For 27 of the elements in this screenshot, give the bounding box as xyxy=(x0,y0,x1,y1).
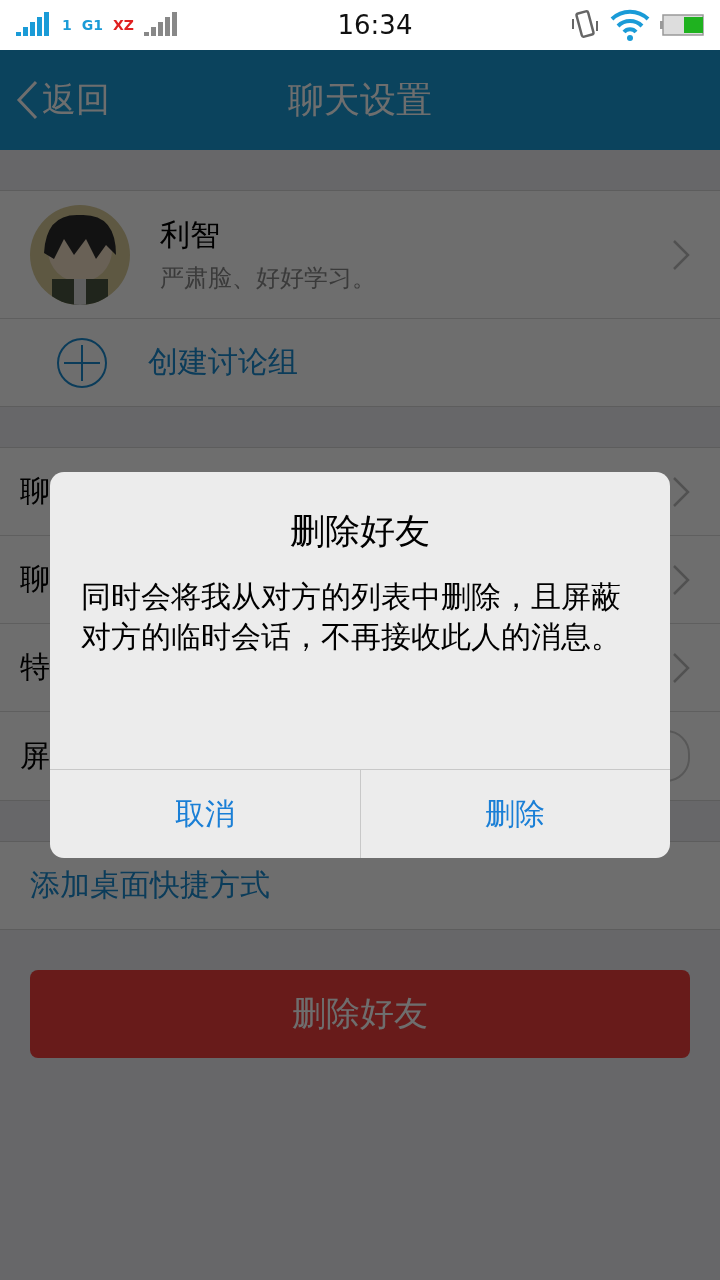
create-group-row[interactable]: 创建讨论组 xyxy=(0,319,720,406)
settings-label: 屏 xyxy=(20,736,50,775)
back-chevron-icon xyxy=(16,80,38,120)
vibrate-icon xyxy=(570,9,600,41)
sim-label: XZ xyxy=(113,17,134,33)
page-title: 聊天设置 xyxy=(288,77,432,122)
chevron-icon xyxy=(672,238,690,271)
dialog-button[interactable]: 删除 xyxy=(359,770,670,858)
add-icon xyxy=(56,336,108,389)
chevron-icon xyxy=(672,563,690,596)
dialog-message: 同时会将我从对方的列表中删除，且屏蔽对方的临时会话，不再接收此人的消息。 xyxy=(81,578,622,656)
delete-friend-button[interactable]: 删除好友 xyxy=(30,970,690,1058)
dialog-title: 删除好友 xyxy=(289,510,431,553)
settings-label: 特 xyxy=(20,648,50,686)
settings-label: 聊 xyxy=(20,472,50,510)
chevron-icon xyxy=(672,651,690,684)
network-label: G1 xyxy=(81,17,103,33)
create-group-label: 创建讨论组 xyxy=(148,343,298,381)
chevron-icon xyxy=(672,475,690,508)
back-button[interactable]: 返回 xyxy=(16,77,110,123)
wifi-icon xyxy=(610,9,650,41)
clock-time: 16:34 xyxy=(337,10,413,40)
shortcut-label: 添加桌面快捷方式 xyxy=(30,866,270,904)
battery-icon xyxy=(660,13,704,37)
sim-label: 1 xyxy=(62,17,72,33)
settings-label: 聊 xyxy=(20,560,50,598)
contact-name: 利智 xyxy=(160,216,221,254)
